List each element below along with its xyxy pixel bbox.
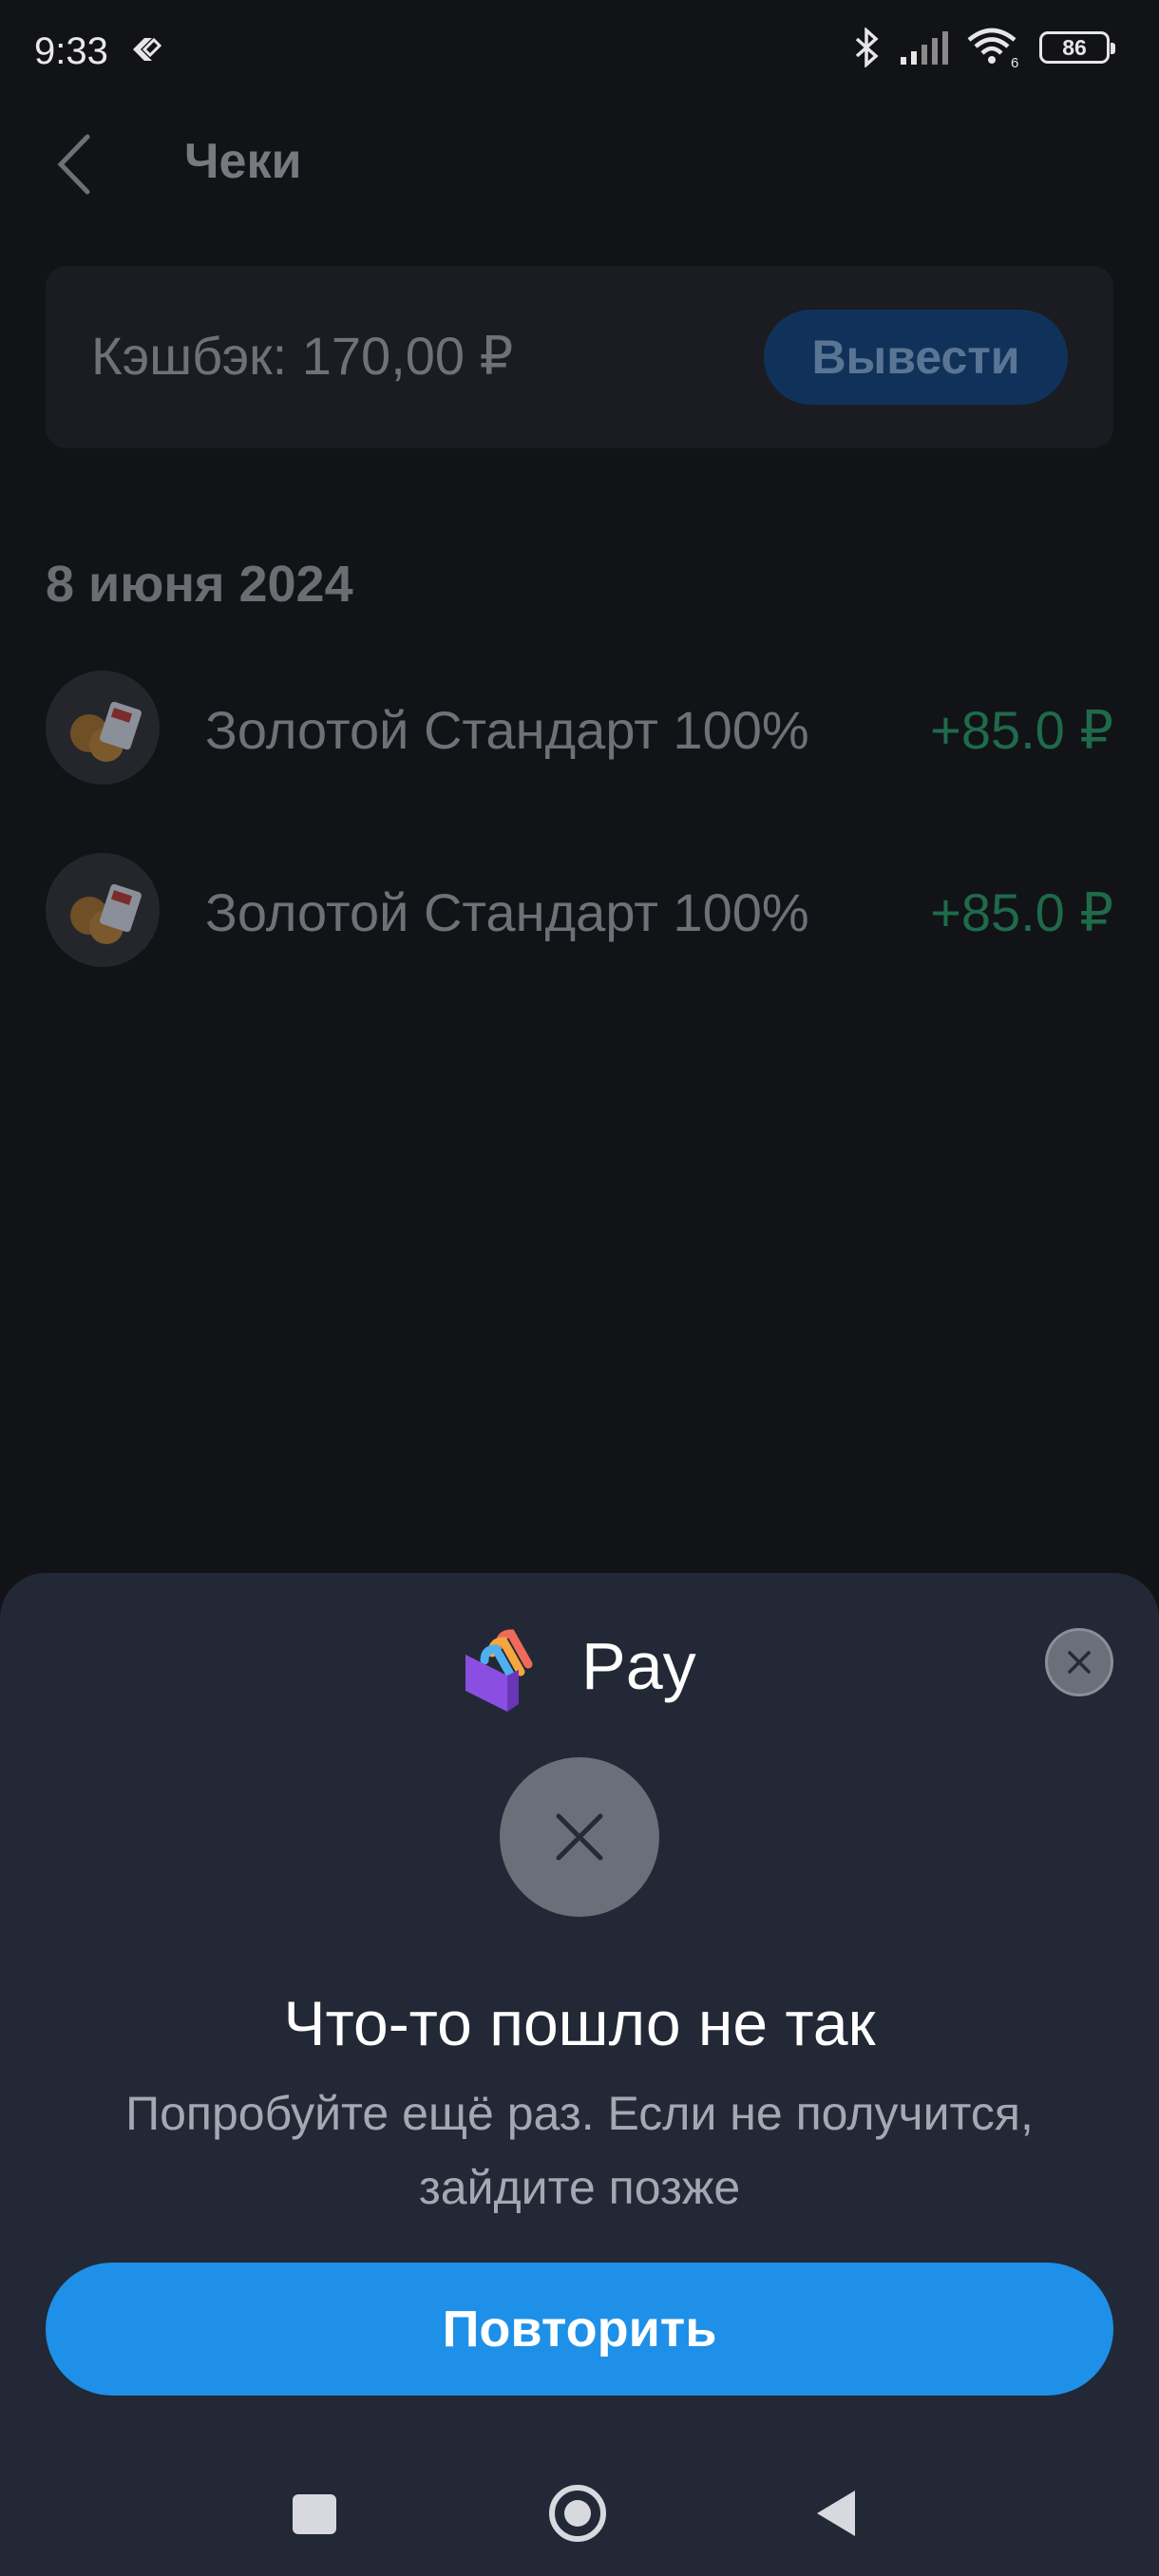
- back-triangle-icon[interactable]: [813, 2489, 859, 2538]
- status-bar: 9:33 6 86: [0, 0, 1159, 104]
- app-notification-icon: [133, 37, 162, 61]
- retry-button[interactable]: Повторить: [46, 2263, 1113, 2396]
- page-title: Чеки: [184, 134, 302, 189]
- receipt-name: Золотой Стандарт 100%: [205, 882, 809, 942]
- home-icon[interactable]: [549, 2485, 606, 2542]
- pay-logo-icon: [466, 1629, 533, 1712]
- close-icon: [1068, 1651, 1091, 1674]
- error-x-icon: [556, 1813, 603, 1861]
- app-bar: Чеки: [0, 104, 1159, 218]
- error-bottom-sheet: Pay Что-то пошло не так Попробуйте ещё р…: [0, 1573, 1159, 2576]
- system-nav-bar: [0, 2451, 1159, 2576]
- receipt-name: Золотой Стандарт 100%: [205, 700, 809, 760]
- error-message: Попробуйте ещё раз. Если не получится, з…: [125, 2087, 1034, 2214]
- pay-wordmark: Pay: [581, 1629, 696, 1703]
- recent-apps-icon[interactable]: [293, 2494, 336, 2534]
- list-item[interactable]: Золотой Стандарт 100% +85.0 ₽: [46, 853, 1113, 969]
- withdraw-button[interactable]: Вывести: [764, 310, 1068, 405]
- date-heading: 8 июня 2024: [46, 556, 353, 613]
- screen: 9:33 6 86 Чеки Кэшбэк: 170,00 ₽ Вывести …: [0, 0, 1159, 2576]
- svg-text:6: 6: [1011, 55, 1018, 68]
- product-thumbnail: [46, 853, 160, 967]
- error-title: Что-то пошло не так: [283, 1988, 876, 2058]
- list-item[interactable]: Золотой Стандарт 100% +85.0 ₽: [46, 671, 1113, 786]
- error-status: [500, 1757, 659, 1917]
- product-thumbnail: [46, 671, 160, 785]
- wifi-icon: 6: [967, 28, 1018, 68]
- status-time: 9:33: [34, 30, 108, 72]
- bluetooth-icon: [855, 28, 879, 67]
- cashback-amount: Кэшбэк: 170,00 ₽: [91, 326, 514, 386]
- receipt-amount: +85.0 ₽: [930, 700, 1113, 760]
- signal-icon: [901, 31, 948, 65]
- receipt-amount: +85.0 ₽: [930, 882, 1113, 942]
- battery-level: 86: [1062, 34, 1087, 60]
- close-button[interactable]: [1045, 1628, 1113, 1696]
- status-icons: 6 86: [853, 27, 1115, 68]
- cashback-card: Кэшбэк: 170,00 ₽ Вывести: [46, 266, 1113, 448]
- chevron-left-icon[interactable]: [53, 131, 95, 198]
- battery-icon: 86: [1039, 31, 1115, 64]
